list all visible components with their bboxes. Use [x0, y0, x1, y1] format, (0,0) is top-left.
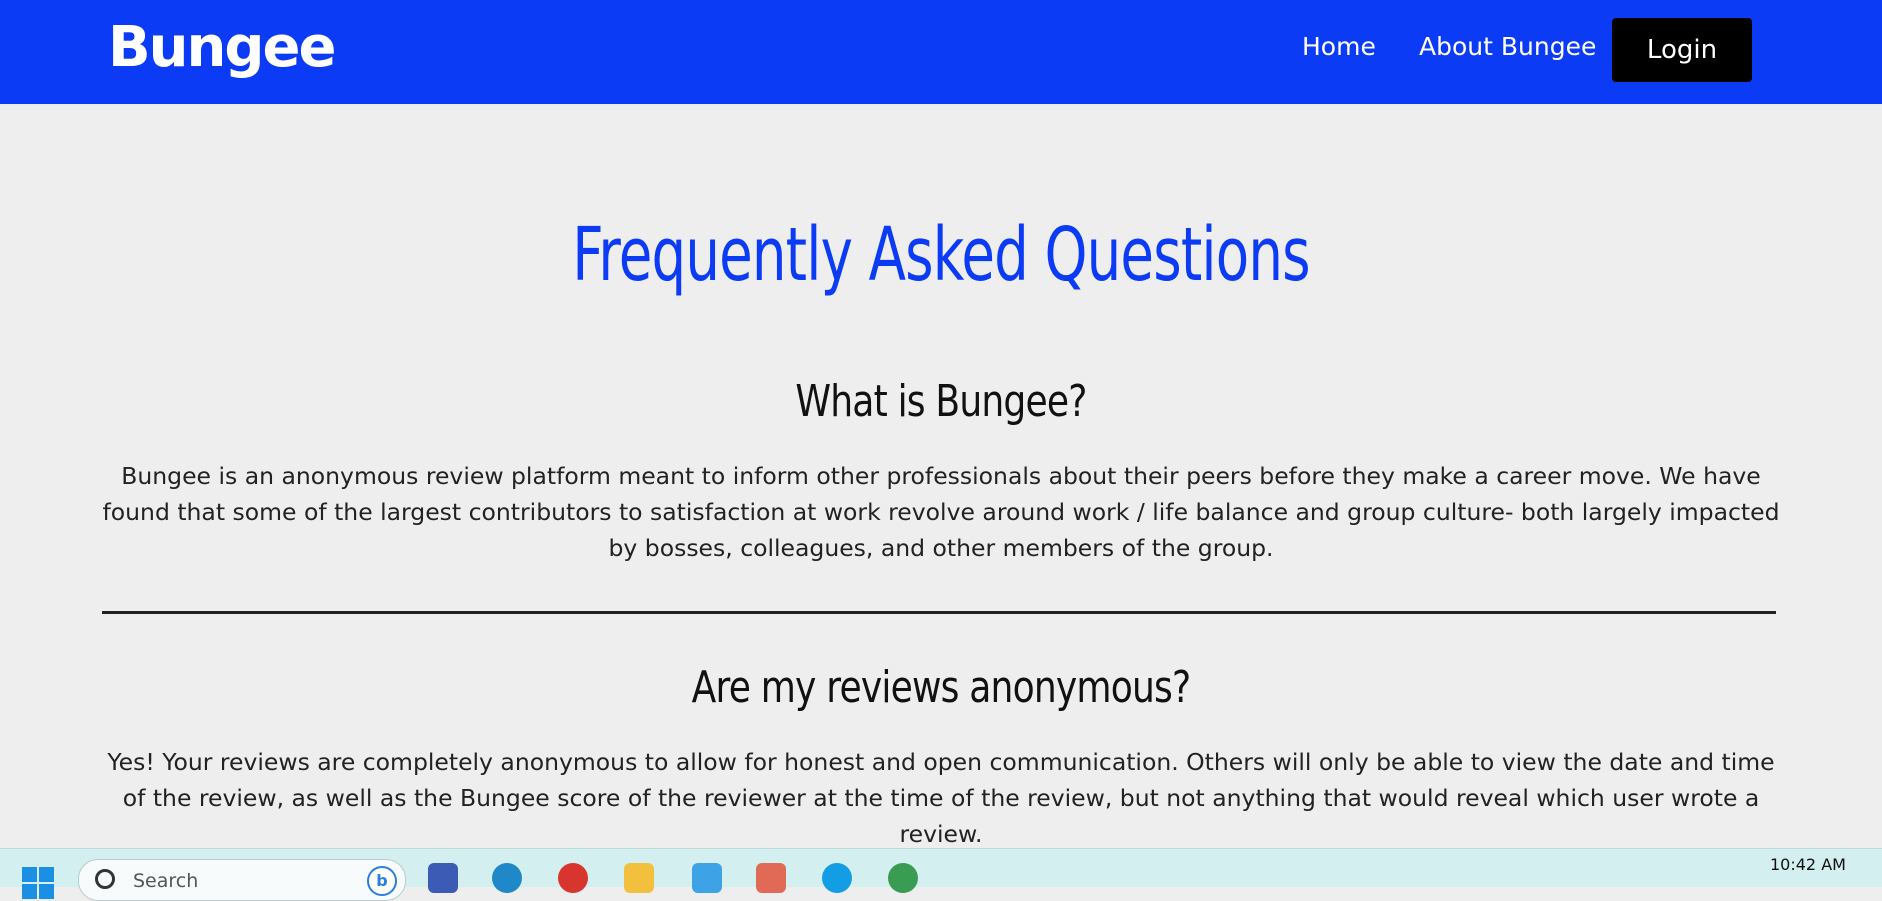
- top-navbar: Bungee Home About Bungee Login: [0, 0, 1882, 104]
- taskbar-search[interactable]: Search b: [78, 859, 406, 901]
- notepad-icon[interactable]: [692, 863, 722, 893]
- windows-start-icon[interactable]: [22, 867, 54, 899]
- chrome-dev-icon[interactable]: [888, 863, 918, 893]
- chrome-icon[interactable]: [558, 863, 588, 893]
- terminal-icon[interactable]: [428, 863, 458, 893]
- faq-question: Are my reviews anonymous?: [691, 662, 1192, 713]
- brand-logo[interactable]: Bungee: [108, 12, 336, 84]
- page-title: Frequently Asked Questions: [572, 212, 1310, 298]
- faq-answer: Yes! Your reviews are completely anonymo…: [107, 748, 1775, 848]
- bing-icon[interactable]: b: [367, 866, 397, 896]
- login-button[interactable]: Login: [1612, 18, 1752, 82]
- folder-icon[interactable]: [624, 863, 654, 893]
- taskbar-clock[interactable]: 10:42 AM: [1770, 855, 1846, 874]
- skype-icon[interactable]: [822, 863, 852, 893]
- faq-section: Frequently Asked Questions What is Bunge…: [0, 104, 1882, 848]
- os-taskbar: Search b 10:42 AM: [0, 848, 1882, 901]
- nav-home-link[interactable]: Home: [1302, 32, 1376, 61]
- faq-answer: Bungee is an anonymous review platform m…: [102, 462, 1780, 562]
- nav-about-link[interactable]: About Bungee: [1419, 32, 1596, 61]
- taskbar-search-placeholder: Search: [133, 870, 199, 892]
- office-icon[interactable]: [756, 863, 786, 893]
- search-icon: [95, 869, 115, 889]
- edge-icon[interactable]: [492, 863, 522, 893]
- faq-divider: [102, 611, 1776, 614]
- faq-question: What is Bungee?: [795, 376, 1087, 427]
